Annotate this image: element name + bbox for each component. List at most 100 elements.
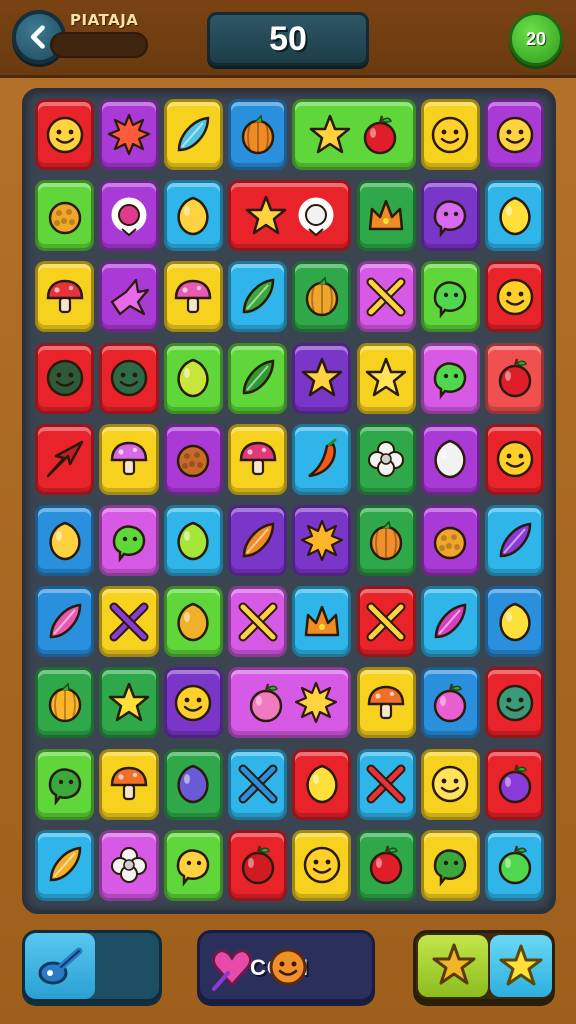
- tile-blob[interactable]: [420, 829, 481, 901]
- tile-star[interactable]: [356, 342, 416, 414]
- tile-blob[interactable]: [420, 748, 481, 820]
- tile-apple[interactable]: [485, 342, 545, 414]
- tile-mushroom[interactable]: [35, 261, 95, 333]
- sword-icon: [238, 602, 278, 642]
- spoon-booster-button[interactable]: [22, 930, 162, 1002]
- tile-orange[interactable]: [35, 667, 95, 739]
- star-apple-icon: [363, 115, 397, 154]
- bird-icon: [110, 278, 150, 315]
- tile-pepper[interactable]: [227, 261, 288, 333]
- tile-crown[interactable]: [292, 586, 352, 658]
- tile-crown[interactable]: [356, 180, 416, 252]
- mushroom-icon: [239, 442, 276, 476]
- tile-sword[interactable]: [227, 586, 288, 658]
- tile-mushroom[interactable]: [227, 423, 288, 495]
- tile-face[interactable]: [485, 667, 545, 739]
- tile-blob[interactable]: [163, 829, 223, 901]
- tile-orange[interactable]: [356, 505, 416, 576]
- flower-icon: [368, 441, 405, 478]
- tile-plum[interactable]: [420, 667, 481, 739]
- tile-blob[interactable]: [35, 748, 95, 820]
- tile-mushroom[interactable]: [99, 748, 159, 820]
- apple-icon: [241, 845, 274, 885]
- radish-icon: [49, 603, 81, 638]
- tile-pretzel[interactable]: [163, 423, 223, 495]
- tile-smiley[interactable]: [485, 99, 545, 170]
- tile-flower[interactable]: [356, 423, 416, 495]
- tile-smiley[interactable]: [485, 423, 545, 495]
- tile-eggplant[interactable]: [420, 586, 481, 658]
- tile-blob[interactable]: [420, 180, 481, 252]
- garlic-icon: [434, 439, 467, 479]
- tile-mushroom[interactable]: [99, 423, 159, 495]
- tile-lemon[interactable]: [163, 180, 223, 252]
- lemon-icon: [306, 764, 338, 804]
- tile-lemon[interactable]: [292, 748, 352, 820]
- tile-smiley[interactable]: [420, 99, 481, 170]
- tile-candy[interactable]: [99, 180, 159, 252]
- tile-sword[interactable]: [356, 748, 416, 820]
- tile-smiley[interactable]: [485, 261, 545, 333]
- tile-face[interactable]: [35, 342, 95, 414]
- tile-berry[interactable]: [420, 505, 481, 576]
- tile-sword[interactable]: [356, 586, 416, 658]
- combo-booster-button[interactable]: COKI: [197, 930, 375, 1002]
- tile-crystal[interactable]: [163, 99, 223, 170]
- crown-icon: [368, 199, 404, 230]
- plum-icon: [498, 764, 531, 804]
- tile-onion[interactable]: [292, 261, 352, 333]
- tile-smiley[interactable]: [292, 829, 352, 901]
- tile-pineapple[interactable]: [35, 180, 95, 252]
- apple-icon: [369, 845, 403, 885]
- tile-carrot[interactable]: [227, 505, 288, 576]
- tile-lemon[interactable]: [485, 586, 545, 658]
- tile-lemon[interactable]: [485, 180, 545, 252]
- tile-mango[interactable]: [163, 586, 223, 658]
- tile-pumpkin[interactable]: [227, 99, 288, 170]
- tile-apple[interactable]: [227, 829, 288, 901]
- lemon-icon: [499, 602, 531, 641]
- tile-garlic[interactable]: [420, 423, 481, 495]
- tile-sword[interactable]: [356, 261, 416, 333]
- leaf-icon: [46, 441, 83, 478]
- tile-star[interactable]: [99, 667, 159, 739]
- tile-mushroom[interactable]: [356, 667, 416, 739]
- star-booster-button[interactable]: [413, 930, 555, 1002]
- tile-mushroom[interactable]: [163, 261, 223, 333]
- tile-smiley[interactable]: [163, 667, 223, 739]
- tile-face[interactable]: [99, 342, 159, 414]
- tile-pepper[interactable]: [292, 423, 352, 495]
- tile-lime[interactable]: [485, 829, 545, 901]
- tile-sun[interactable]: [292, 505, 352, 576]
- tile-smiley[interactable]: [35, 99, 95, 170]
- tile-lime[interactable]: [163, 505, 223, 576]
- tile-eggplant[interactable]: [485, 505, 545, 576]
- mushroom-icon: [110, 442, 148, 476]
- tile-blob[interactable]: [420, 261, 481, 333]
- tile-leaf[interactable]: [35, 423, 95, 495]
- tile-star[interactable]: [292, 342, 352, 414]
- blob-icon: [432, 765, 469, 803]
- tile-squash[interactable]: [35, 829, 95, 901]
- tile-apple[interactable]: [356, 829, 416, 901]
- blob-icon: [48, 768, 81, 806]
- tile-sun[interactable]: [99, 99, 159, 170]
- tile-plum[interactable]: [485, 748, 545, 820]
- chevron-left-icon: [30, 25, 45, 49]
- tile-star-apple[interactable]: [292, 99, 416, 170]
- tile-radish[interactable]: [35, 586, 95, 658]
- tile-sword[interactable]: [99, 586, 159, 658]
- tile-blob[interactable]: [420, 342, 481, 414]
- tile-lemon[interactable]: [35, 505, 95, 576]
- tile-pear[interactable]: [163, 342, 223, 414]
- tile-cucumber[interactable]: [227, 342, 288, 414]
- tile-star-lollipop[interactable]: [227, 180, 352, 252]
- tile-blob[interactable]: [99, 505, 159, 576]
- tile-grape[interactable]: [163, 748, 223, 820]
- tile-flower[interactable]: [99, 829, 159, 901]
- star-icon: [108, 682, 150, 722]
- lemon-icon: [499, 196, 531, 235]
- tile-heart-sun[interactable]: [227, 667, 352, 739]
- tile-bird[interactable]: [99, 261, 159, 333]
- tile-sword[interactable]: [227, 748, 288, 820]
